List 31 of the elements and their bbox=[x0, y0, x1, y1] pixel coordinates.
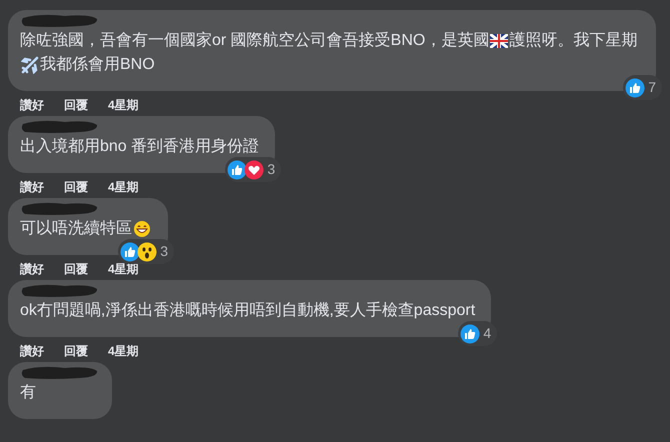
reaction-count: 4 bbox=[483, 324, 492, 343]
reaction-summary[interactable]: 3 bbox=[118, 239, 174, 264]
grinning-face-icon bbox=[133, 220, 151, 238]
thumbs-up-icon bbox=[227, 160, 248, 180]
comment-text: 除咗強國，吾會有一個國家or 國際航空公司會吾接受BNO，是英國 護照呀。我下星期 我都係會用BNO bbox=[20, 30, 638, 76]
comment-text: ok冇問題喎,淨係出香港嘅時候用唔到自動機,要人手檢查passport bbox=[20, 300, 476, 321]
comment-action-link[interactable]: 讚好 bbox=[20, 96, 44, 114]
comment-timestamp[interactable]: 4星期 bbox=[108, 178, 139, 196]
comment-text: 有 bbox=[20, 383, 37, 403]
comment-text: 出入境都用bno 番到香港用身份證 bbox=[20, 136, 260, 157]
flag-icon bbox=[490, 34, 508, 48]
reaction-summary[interactable]: 7 bbox=[623, 75, 662, 100]
reaction-count: 3 bbox=[267, 160, 276, 179]
comment-action-link[interactable]: 回覆 bbox=[64, 342, 88, 360]
reaction-summary[interactable]: 3 bbox=[225, 157, 282, 182]
comment-action-link[interactable]: 讚好 bbox=[20, 342, 44, 360]
comment-action-link[interactable]: 回覆 bbox=[64, 96, 88, 114]
reaction-summary[interactable]: 4 bbox=[458, 321, 498, 346]
thumbs-up-icon bbox=[625, 78, 646, 98]
comment-timestamp[interactable]: 4星期 bbox=[108, 96, 139, 114]
comment-text: 可以唔洗續特區 bbox=[20, 217, 156, 241]
comment-action-link[interactable]: 讚好 bbox=[20, 178, 44, 196]
surprised-face-icon bbox=[137, 242, 158, 262]
thumbs-up-icon bbox=[120, 242, 140, 262]
comment-action-link[interactable]: 讚好 bbox=[20, 260, 44, 278]
reaction-count: 7 bbox=[648, 78, 656, 97]
comment-action-link[interactable]: 回覆 bbox=[64, 260, 88, 278]
comment-action-link[interactable]: 回覆 bbox=[64, 178, 88, 196]
thumbs-up-icon bbox=[460, 324, 480, 344]
reaction-count: 3 bbox=[160, 242, 168, 261]
comment-timestamp[interactable]: 4星期 bbox=[108, 342, 139, 360]
